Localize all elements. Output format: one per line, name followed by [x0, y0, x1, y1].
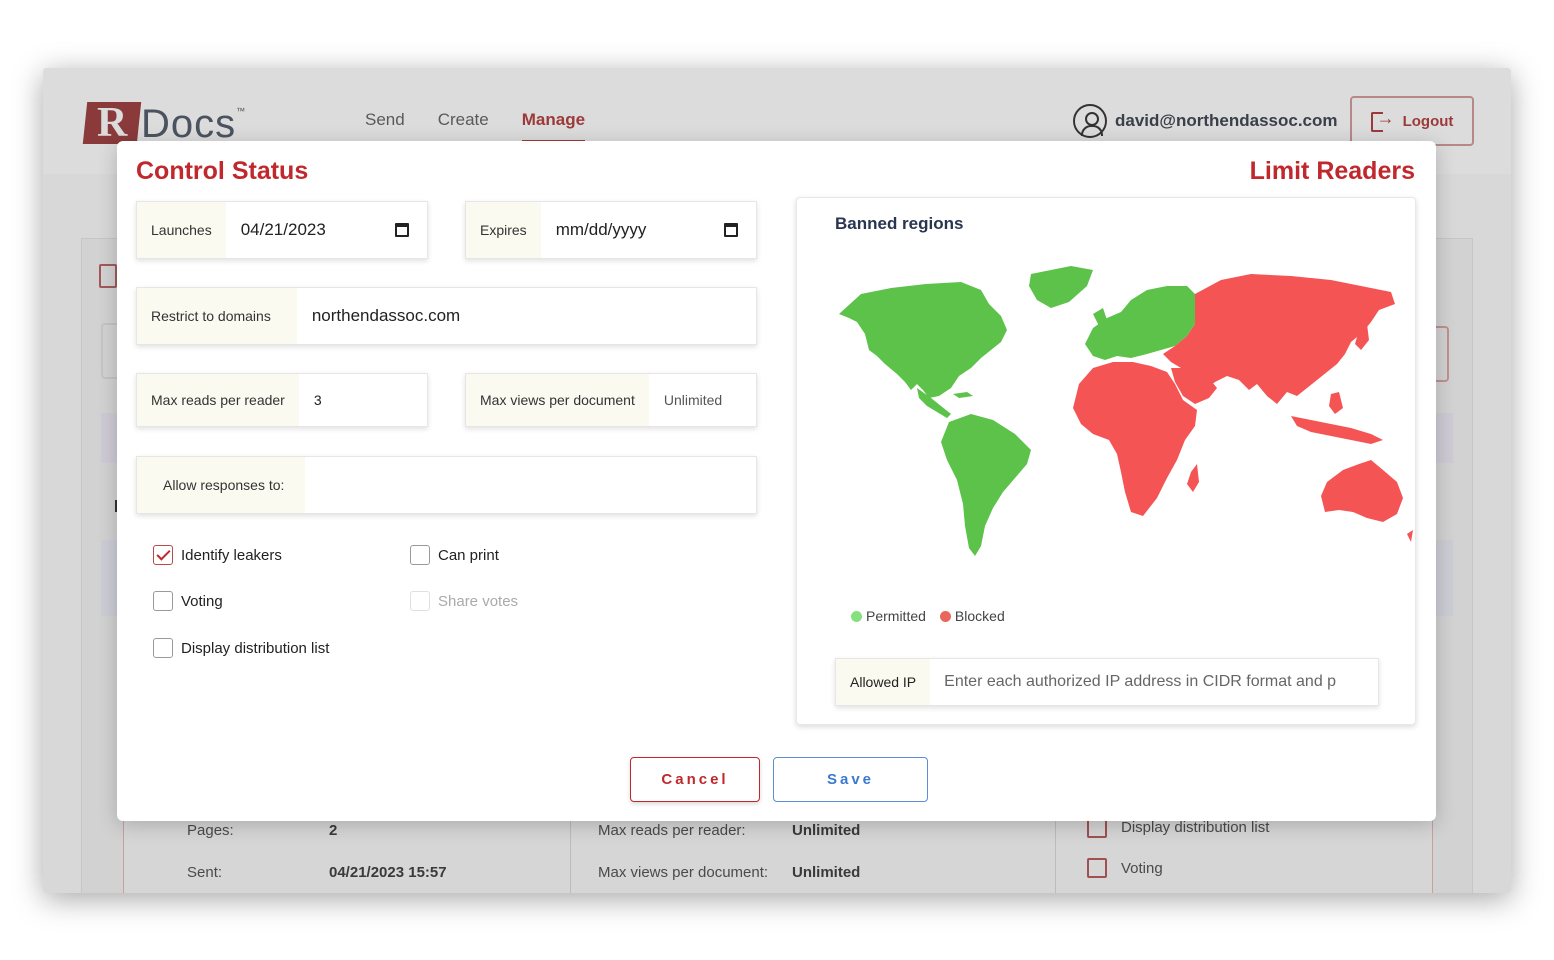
- calendar-icon[interactable]: [395, 223, 409, 237]
- region-australia[interactable]: [1321, 460, 1403, 522]
- checkbox-icon[interactable]: [153, 638, 173, 658]
- max-reads-field[interactable]: Max reads per reader 3: [136, 373, 428, 427]
- checkbox-icon: [410, 591, 430, 611]
- allowed-ip-label: Allowed IP: [836, 659, 931, 705]
- nav-send[interactable]: Send: [365, 110, 405, 130]
- launches-input[interactable]: 04/21/2023: [226, 220, 427, 240]
- logo-trademark: ™: [236, 106, 246, 116]
- bg-sent-value: 04/21/2023 15:57: [329, 864, 447, 881]
- voting-checkbox[interactable]: Voting: [153, 591, 223, 611]
- legend-blocked[interactable]: Blocked: [939, 608, 1005, 624]
- can-print-checkbox[interactable]: Can print: [410, 545, 499, 565]
- banned-regions-panel: Banned regions Permitted Blocked Allowed…: [796, 197, 1416, 725]
- restrict-domains-label: Restrict to domains: [137, 288, 297, 344]
- logo-r-mark: R: [82, 100, 142, 146]
- bg-option-distribution: Display distribution list: [1121, 819, 1270, 836]
- control-status-modal: Control Status Limit Readers Launches 04…: [117, 141, 1436, 821]
- region-new-zealand[interactable]: [1407, 530, 1413, 542]
- expires-field[interactable]: Expires mm/dd/yyyy: [465, 201, 757, 259]
- allowed-ip-input[interactable]: Enter each authorized IP address in CIDR…: [930, 673, 1378, 691]
- region-indonesia[interactable]: [1291, 416, 1383, 444]
- display-distribution-label: Display distribution list: [181, 639, 330, 657]
- bg-divider: [570, 820, 571, 893]
- region-philippines[interactable]: [1329, 392, 1343, 414]
- max-views-input[interactable]: Unlimited: [649, 392, 756, 408]
- region-madagascar[interactable]: [1187, 464, 1199, 492]
- bg-max-reads-label: Max reads per reader:: [598, 822, 746, 839]
- region-north-america[interactable]: [839, 282, 1007, 398]
- legend-permitted[interactable]: Permitted: [851, 608, 926, 624]
- voting-label: Voting: [181, 592, 223, 610]
- bg-pages-label: Pages:: [187, 822, 234, 839]
- save-button[interactable]: Save: [773, 757, 928, 802]
- region-greenland[interactable]: [1029, 266, 1093, 308]
- user-email: david@northendassoc.com: [1115, 111, 1338, 130]
- limit-readers-title: Limit Readers: [1249, 157, 1415, 185]
- checkbox-icon[interactable]: [153, 591, 173, 611]
- display-distribution-checkbox[interactable]: Display distribution list: [153, 638, 329, 658]
- world-map[interactable]: [831, 264, 1415, 564]
- map-legend: Permitted Blocked: [851, 608, 1005, 624]
- bg-max-reads-value: Unlimited: [792, 822, 861, 839]
- share-votes-checkbox: Share votes: [410, 591, 518, 611]
- identify-leakers-label: Identify leakers: [181, 546, 282, 564]
- nav-manage[interactable]: Manage: [521, 110, 586, 142]
- checkbox-icon[interactable]: [410, 545, 430, 565]
- can-print-label: Can print: [438, 546, 499, 564]
- allow-responses-label: Allow responses to:: [137, 457, 305, 513]
- bg-max-views-value: Unlimited: [792, 864, 861, 881]
- permitted-dot-icon: [851, 610, 862, 622]
- blocked-dot-icon: [939, 610, 951, 622]
- rdocs-logo[interactable]: R Docs ™: [82, 98, 246, 146]
- control-status-title: Control Status: [136, 157, 309, 185]
- logout-button[interactable]: Logout: [1350, 96, 1474, 146]
- max-views-label: Max views per document: [466, 374, 649, 426]
- calendar-icon[interactable]: [724, 223, 738, 237]
- expires-placeholder: mm/dd/yyyy: [555, 220, 647, 239]
- max-reads-label: Max reads per reader: [137, 374, 299, 426]
- logout-icon: [1370, 108, 1395, 132]
- bg-max-views-label: Max views per document:: [598, 864, 769, 881]
- restrict-domains-input[interactable]: northendassoc.com: [297, 306, 756, 326]
- allowed-ip-field[interactable]: Allowed IP Enter each authorized IP addr…: [835, 658, 1379, 706]
- region-south-america[interactable]: [941, 414, 1031, 556]
- launches-field[interactable]: Launches 04/21/2023: [136, 201, 428, 259]
- bg-divider-2: [1055, 820, 1056, 893]
- logout-label: Logout: [1402, 112, 1454, 130]
- launches-label: Launches: [137, 202, 226, 258]
- main-nav: Send Create Manage: [365, 110, 586, 142]
- cancel-button[interactable]: Cancel: [630, 757, 760, 802]
- bg-option-voting: Voting: [1121, 860, 1163, 877]
- bg-pages-value: 2: [329, 822, 338, 839]
- nav-create[interactable]: Create: [438, 110, 489, 130]
- document-icon: [99, 264, 117, 288]
- restrict-domains-field[interactable]: Restrict to domains northendassoc.com: [136, 287, 757, 345]
- expires-input[interactable]: mm/dd/yyyy: [541, 220, 756, 240]
- identify-leakers-checkbox[interactable]: Identify leakers: [153, 545, 282, 565]
- legend-permitted-label: Permitted: [866, 608, 926, 624]
- share-votes-label: Share votes: [438, 592, 519, 610]
- user-account[interactable]: david@northendassoc.com: [1073, 104, 1338, 138]
- logo-text: Docs: [141, 102, 237, 146]
- legend-blocked-label: Blocked: [954, 608, 1005, 624]
- max-views-field[interactable]: Max views per document Unlimited: [465, 373, 757, 427]
- checkbox-checked-icon[interactable]: [153, 545, 173, 565]
- expires-label: Expires: [466, 202, 541, 258]
- launches-value: 04/21/2023: [240, 220, 326, 239]
- bg-checkbox-voting: [1087, 858, 1107, 878]
- banned-regions-title: Banned regions: [835, 214, 964, 233]
- allow-responses-field[interactable]: Allow responses to:: [136, 456, 757, 514]
- max-reads-input[interactable]: 3: [299, 392, 427, 408]
- bg-sent-label: Sent:: [187, 864, 223, 881]
- user-avatar-icon: [1073, 104, 1107, 138]
- bg-checkbox-distribution: [1087, 818, 1107, 838]
- region-caribbean[interactable]: [953, 392, 973, 398]
